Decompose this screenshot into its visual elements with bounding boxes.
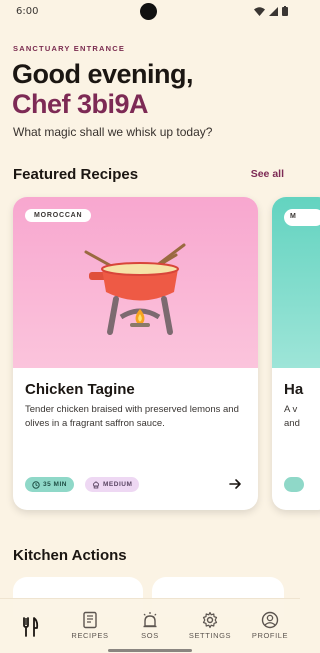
cuisine-tag: M bbox=[284, 209, 320, 226]
signal-icon bbox=[269, 6, 278, 16]
see-all-link[interactable]: See all bbox=[251, 168, 284, 180]
time-label: 35 MIN bbox=[43, 481, 67, 488]
fork-knife-icon bbox=[23, 617, 39, 637]
recipe-title: Chicken Tagine bbox=[25, 381, 135, 398]
nav-settings[interactable]: SETTINGS bbox=[181, 611, 239, 640]
recipe-description: Tender chicken braised with preserved le… bbox=[25, 404, 239, 429]
eyebrow-label: SANCTUARY ENTRANCE bbox=[13, 44, 126, 53]
greeting-subtitle: What magic shall we whisk up today? bbox=[13, 125, 213, 139]
wifi-icon bbox=[254, 6, 265, 16]
kitchen-actions-heading: Kitchen Actions bbox=[13, 547, 127, 564]
chef-name: Chef 3bi9A bbox=[12, 89, 149, 119]
battery-icon bbox=[282, 6, 288, 16]
home-indicator bbox=[108, 649, 192, 652]
recipe-description: A v and bbox=[284, 404, 300, 429]
nav-label: PROFILE bbox=[251, 631, 289, 640]
featured-recipes-heading: Featured Recipes bbox=[13, 166, 139, 183]
camera-cutout bbox=[140, 3, 157, 20]
greeting-heading: Good evening, bbox=[12, 59, 194, 89]
status-time: 6:00 bbox=[16, 5, 39, 17]
difficulty-label: MEDIUM bbox=[103, 481, 133, 488]
recipe-hero: M bbox=[272, 197, 320, 368]
user-circle-icon bbox=[261, 611, 279, 629]
recipe-hero: MOROCCAN bbox=[13, 197, 258, 368]
nav-label: RECIPES bbox=[71, 631, 109, 640]
time-badge: 35 MIN bbox=[25, 477, 74, 492]
clock-icon bbox=[32, 480, 40, 489]
book-icon bbox=[83, 611, 97, 629]
nav-recipes[interactable]: RECIPES bbox=[61, 611, 119, 640]
nav-home[interactable] bbox=[1, 611, 59, 640]
nav-label: SETTINGS bbox=[188, 631, 232, 640]
nav-label: SOS bbox=[141, 631, 159, 640]
recipe-card-partial[interactable]: M Ha A v and bbox=[272, 197, 320, 510]
cuisine-tag: MOROCCAN bbox=[25, 209, 92, 222]
fondue-pot-illustration bbox=[84, 243, 186, 335]
arrow-right-icon[interactable] bbox=[228, 477, 242, 491]
difficulty-badge: MEDIUM bbox=[85, 477, 140, 492]
time-badge bbox=[284, 477, 304, 492]
nav-profile[interactable]: PROFILE bbox=[241, 611, 299, 640]
recipe-card[interactable]: MOROCCAN Chicken Tagine Tender chicken b… bbox=[13, 197, 258, 510]
chef-hat-icon bbox=[92, 481, 100, 488]
gear-icon bbox=[202, 611, 218, 629]
recipe-title: Ha bbox=[284, 381, 304, 398]
alarm-bell-icon bbox=[143, 612, 157, 628]
bottom-nav: RECIPES SOS SETTINGS PROFILE bbox=[0, 598, 300, 653]
status-icons bbox=[254, 6, 288, 16]
nav-sos[interactable]: SOS bbox=[121, 611, 179, 640]
